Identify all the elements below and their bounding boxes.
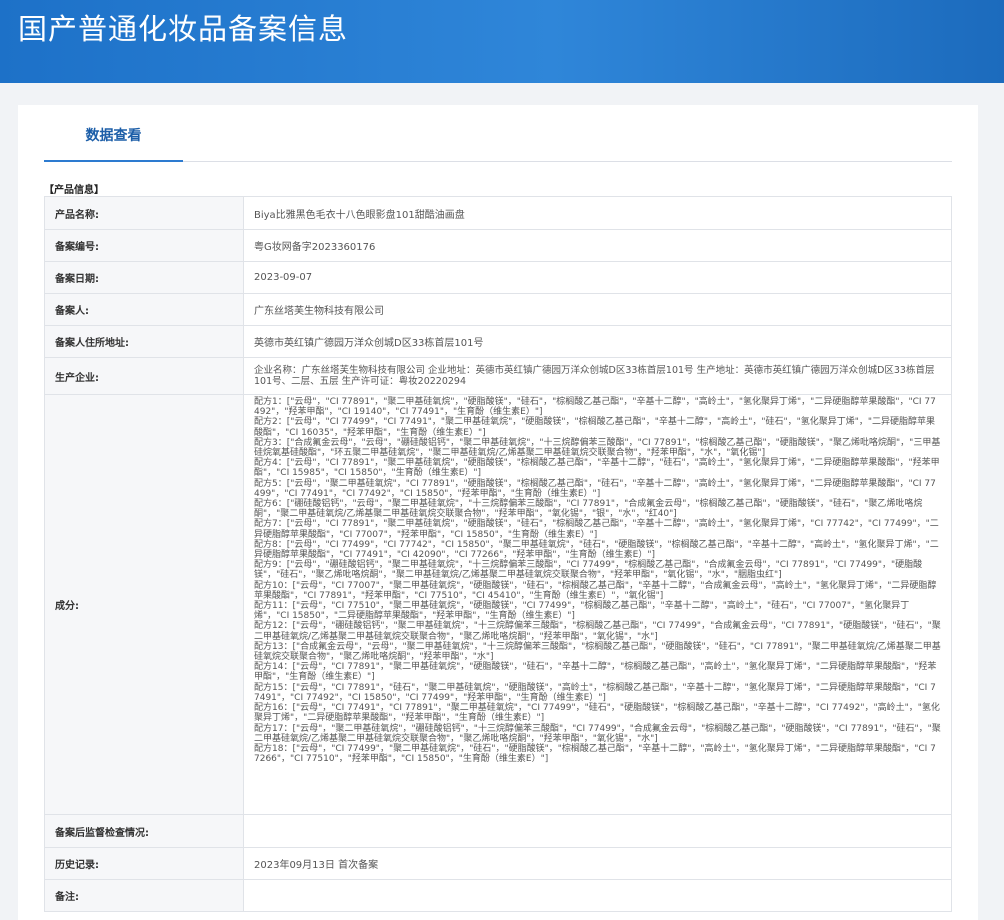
row-remarks: 备注:: [44, 879, 952, 912]
row-product-name: 产品名称: Biya比雅黑色毛衣十八色眼影盘101甜酷油画盘: [44, 196, 952, 230]
tab-bar: 数据查看: [44, 105, 952, 162]
record-date-value: 2023-09-07: [243, 261, 952, 294]
row-record-no: 备案编号: 粤G妆网备字2023360176: [44, 229, 952, 262]
row-registrant: 备案人: 广东丝塔芙生物科技有限公司: [44, 293, 952, 326]
remarks-label: 备注:: [44, 879, 244, 912]
row-supervision: 备案后监督检查情况:: [44, 814, 952, 848]
section-title: 【产品信息】: [44, 185, 104, 196]
row-record-date: 备案日期: 2023-09-07: [44, 261, 952, 294]
manufacturer-value: 企业名称：广东丝塔芙生物科技有限公司 企业地址：英德市英红镇广德园万洋众创城D区…: [243, 357, 952, 395]
row-manufacturer: 生产企业: 企业名称：广东丝塔芙生物科技有限公司 企业地址：英德市英红镇广德园万…: [44, 357, 952, 395]
product-info-table: 产品名称: Biya比雅黑色毛衣十八色眼影盘101甜酷油画盘 备案编号: 粤G妆…: [44, 196, 952, 912]
ingredient-formula: 配方15：["云母"，"CI 77891"，"硅石"，"聚二甲基硅氧烷"，"硬脂…: [254, 682, 936, 703]
ingredients-list: 配方1：["云母"，"CI 77891"，"聚二甲基硅氧烷"，"硬脂酸镁"，"硅…: [254, 395, 941, 814]
record-no-label: 备案编号:: [44, 229, 244, 262]
registrant-value: 广东丝塔芙生物科技有限公司: [243, 293, 952, 326]
row-history: 历史记录: 2023年09月13日 首次备案: [44, 847, 952, 880]
record-no-value: 粤G妆网备字2023360176: [243, 229, 952, 262]
remarks-value: [243, 879, 952, 912]
ingredient-formula: 配方12：["云母"，"硼硅酸铝钙"，"聚二甲基硅氧烷"，"十三烷醇偏苯三酸酯"…: [254, 621, 941, 642]
history-value: 2023年09月13日 首次备案: [243, 847, 952, 880]
product-name-label: 产品名称:: [44, 196, 244, 230]
content-card: 数据查看 【产品信息】 产品名称: Biya比雅黑色毛衣十八色眼影盘101甜酷油…: [18, 105, 978, 920]
address-value: 英德市英红镇广德园万洋众创城D区33栋首层101号: [243, 325, 952, 358]
row-ingredients: 成分: 配方1：["云母"，"CI 77891"，"聚二甲基硅氧烷"，"硬脂酸镁…: [44, 394, 952, 815]
row-address: 备案人住所地址: 英德市英红镇广德园万洋众创城D区33栋首层101号: [44, 325, 952, 358]
ingredient-formula: 配方4：["云母"，"CI 77891"，"聚二甲基硅氧烷"，"硬脂酸镁"，"棕…: [254, 458, 940, 479]
ingredient-formula: 配方7：["云母"，"CI 77891"，"聚二甲基硅氧烷"，"硬脂酸镁"，"硅…: [254, 519, 939, 540]
supervision-value: [243, 814, 952, 848]
history-label: 历史记录:: [44, 847, 244, 880]
record-date-label: 备案日期:: [44, 261, 244, 294]
ingredient-formula: 配方9：["云母"，"硼硅酸铝钙"，"聚二甲基硅氧烷"，"十三烷醇偏苯三酸酯"，…: [254, 560, 923, 581]
ingredient-formula: 配方13：["合成氟金云母"，"云母"，"聚二甲基硅氧烷"，"十三烷醇偏苯三酸酯…: [254, 641, 941, 663]
ingredient-formula: 配方5：["云母"，"聚二甲基硅氧烷"，"CI 77891"，"硬脂酸镁"，"棕…: [254, 478, 936, 499]
registrant-label: 备案人:: [44, 293, 244, 326]
supervision-label: 备案后监督检查情况:: [44, 814, 244, 848]
ingredient-formula: 配方8：["云母"，"CI 77499"，"CI 77742"，"CI 1585…: [254, 539, 939, 561]
ingredient-formula: 配方3：["合成氟金云母"，"云母"，"硼硅酸铝钙"，"聚二甲基硅氧烷"，"十三…: [254, 437, 941, 459]
ingredient-formula: 配方11：["云母"，"CI 77510"，"聚二甲基硅氧烷"，"硬脂酸镁"，"…: [254, 601, 910, 622]
ingredients-value: 配方1：["云母"，"CI 77891"，"聚二甲基硅氧烷"，"硬脂酸镁"，"硅…: [243, 394, 952, 815]
ingredients-label: 成分:: [44, 394, 244, 815]
page-title: 国产普通化妆品备案信息: [18, 12, 349, 46]
ingredient-formula: 配方17：["云母"，"聚二甲基硅氧烷"，"硼硅酸铝钙"，"十三烷醇偏苯三酸酯"…: [254, 723, 941, 744]
ingredient-formula: 配方1：["云母"，"CI 77891"，"聚二甲基硅氧烷"，"硬脂酸镁"，"硅…: [254, 397, 936, 418]
tab-data-view[interactable]: 数据查看: [44, 105, 183, 162]
ingredient-formula: 配方18：["云母"，"CI 77499"，"聚二甲基硅氧烷"，"硅石"，"硬脂…: [254, 743, 936, 765]
ingredient-formula: 配方6：["硼硅酸铝钙"，"云母"，"聚二甲基硅氧烷"，"十三烷醇偏苯三酸酯"，…: [254, 499, 923, 520]
manufacturer-label: 生产企业:: [44, 357, 244, 395]
ingredient-formula: 配方10：["云母"，"CI 77007"，"聚二甲基硅氧烷"，"硬脂酸镁"，"…: [254, 580, 937, 601]
ingredient-formula: 配方2：["云母"，"CI 77499"，"CI 77491"，"聚二甲基硅氧烷…: [254, 417, 936, 438]
page-header: 国产普通化妆品备案信息: [0, 0, 1004, 83]
address-label: 备案人住所地址:: [44, 325, 244, 358]
ingredient-formula: 配方16：["云母"，"CI 77491"，"CI 77891"，"聚二甲基硅氧…: [254, 703, 940, 724]
ingredient-formula: 配方14：["云母"，"CI 77891"，"聚二甲基硅氧烷"，"硬脂酸镁"，"…: [254, 662, 937, 683]
product-name-value: Biya比雅黑色毛衣十八色眼影盘101甜酷油画盘: [243, 196, 952, 230]
